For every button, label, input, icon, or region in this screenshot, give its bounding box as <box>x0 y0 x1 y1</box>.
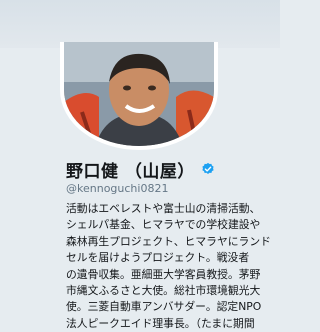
profile-display-name: 野口健 （山屋） <box>66 161 195 182</box>
profile-avatar[interactable] <box>60 42 218 150</box>
bio-line: 森林再生プロジェクト、ヒマラヤにランド <box>66 234 271 248</box>
bio-line: 法人ピークエイド理事長。（たまに期間 <box>66 316 255 330</box>
bio-line: 活動はエベレストや富士山の清掃活動、 <box>66 202 261 215</box>
bio-line: セルを届けようプロジェクト。戦没者 <box>66 251 250 265</box>
profile-card: 野口健 （山屋） @kennoguchi0821 活動はエベレストや富士山の清掃… <box>0 42 280 330</box>
profile-banner <box>0 0 280 48</box>
bio-line: 使。三菱自動車アンバサダー。認定NPO <box>66 300 262 314</box>
avatar-photo <box>64 42 214 146</box>
profile-name-row: 野口健 （山屋） <box>66 158 215 182</box>
bio-line: 市縄文ふるさと大使。総社市環境観光大 <box>66 284 261 298</box>
verified-badge-icon <box>202 162 214 174</box>
profile-bio: 活動はエベレストや富士山の清掃活動、 シェルパ基金、ヒマラヤでの学校建設や 森林… <box>66 201 276 332</box>
bio-line: シェルパ基金、ヒマラヤでの学校建設や <box>66 218 261 232</box>
bio-line: の遺骨収集。亜細亜大学客員教授。茅野 <box>66 267 261 281</box>
profile-handle[interactable]: @kennoguchi0821 <box>66 182 168 195</box>
